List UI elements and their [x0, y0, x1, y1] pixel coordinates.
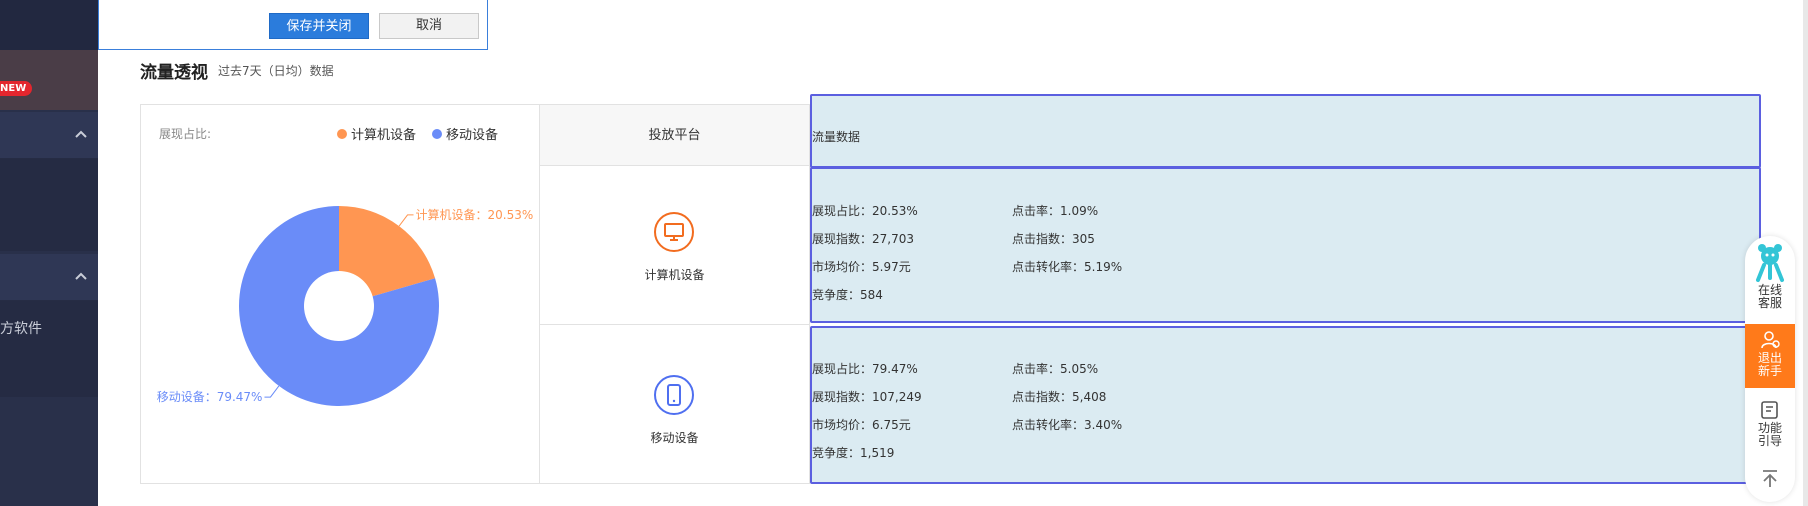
sidebar-new-item[interactable]: [0, 50, 98, 110]
table-row-desktop-data: 展现占比：20.53% 展现指数：27,703 市场均价：5.97元 竞争度：5…: [810, 167, 1761, 323]
back-to-top-button[interactable]: [1745, 462, 1795, 496]
exit-tutorial-button[interactable]: 退出 新手: [1745, 324, 1795, 388]
leader-line-mobile: [264, 385, 280, 398]
sidebar-submenu-1: [0, 159, 98, 251]
chevron-up-icon[interactable]: [74, 128, 88, 142]
table-row-mobile-platform: 移动设备: [539, 324, 810, 484]
online-service-button[interactable]: 在线 客服: [1745, 236, 1795, 322]
chevron-up-icon[interactable]: [74, 270, 88, 284]
metric-competition: 竞争度：1,519: [812, 446, 895, 460]
metric-impression-index: 展现指数：27,703: [812, 232, 914, 246]
guide-document-icon: [1745, 400, 1795, 422]
service-label-2: 客服: [1757, 296, 1782, 310]
user-exit-icon: [1745, 330, 1795, 352]
metric-competition: 竞争度：584: [812, 288, 883, 302]
metric-conversion-rate: 点击转化率：3.40%: [1012, 418, 1123, 432]
guide-label-2: 引导: [1757, 434, 1782, 448]
device-name: 移动设备: [650, 431, 699, 445]
metric-impression-index: 展现指数：107,249: [812, 390, 922, 404]
mascot-icon: [1745, 242, 1795, 284]
header-data: 流量数据: [810, 94, 1761, 168]
header-data-label: 流量数据: [812, 130, 861, 144]
page-subtitle: 过去7天（日均）数据: [218, 64, 334, 78]
metric-ctr: 点击率：5.05%: [1012, 362, 1099, 376]
header-platform: 投放平台: [539, 104, 810, 166]
metric-click-index: 点击指数：5,408: [1012, 390, 1107, 404]
metric-impression-share: 展现占比：79.47%: [812, 362, 918, 376]
metric-impression-share: 展现占比：20.53%: [812, 204, 918, 218]
floating-toolbar: 在线 客服 退出 新手 功能 引导: [1745, 236, 1795, 502]
desktop-icon: [654, 212, 694, 252]
sidebar-top: [0, 0, 98, 50]
new-badge: NEW: [0, 81, 33, 96]
table-row-desktop-platform: 计算机设备: [539, 165, 810, 325]
slice-label-desktop: 计算机设备：20.53%: [416, 207, 534, 222]
feature-guide-button[interactable]: 功能 引导: [1745, 392, 1795, 458]
dialog-footer: 保存并关闭 取消: [98, 0, 488, 50]
metric-market-price: 市场均价：5.97元: [812, 260, 911, 274]
save-close-button[interactable]: 保存并关闭: [269, 13, 369, 39]
metric-market-price: 市场均价：6.75元: [812, 418, 911, 432]
donut-chart: 计算机设备：20.53% 移动设备：79.47%: [157, 206, 534, 406]
sidebar-item-label[interactable]: 方软件: [0, 318, 42, 338]
exit-label-2: 新手: [1757, 364, 1782, 378]
sidebar-section-1[interactable]: [0, 112, 98, 159]
page-title: 流量透视: [140, 63, 208, 83]
slice-label-mobile: 移动设备：79.47%: [157, 390, 263, 404]
cancel-button[interactable]: 取消: [379, 13, 479, 39]
scrollbar[interactable]: [1803, 0, 1808, 506]
sidebar-submenu-2: [0, 301, 98, 397]
metric-conversion-rate: 点击转化率：5.19%: [1012, 260, 1123, 274]
leader-line-desktop: [398, 214, 414, 227]
arrow-up-icon: [1763, 470, 1777, 487]
device-name: 计算机设备: [644, 268, 705, 282]
table-row-mobile-data: 展现占比：79.47% 展现指数：107,249 市场均价：6.75元 竞争度：…: [810, 326, 1761, 484]
metric-click-index: 点击指数：305: [1012, 232, 1095, 246]
metric-ctr: 点击率：1.09%: [1012, 204, 1099, 218]
left-sidebar: 方软件: [0, 0, 98, 506]
mobile-icon: [654, 375, 694, 415]
sidebar-section-2[interactable]: [0, 254, 98, 301]
chart-panel: 展现占比: 计算机设备 移动设备 计算机设备：20.53% 移动设备：79.47…: [140, 104, 540, 484]
